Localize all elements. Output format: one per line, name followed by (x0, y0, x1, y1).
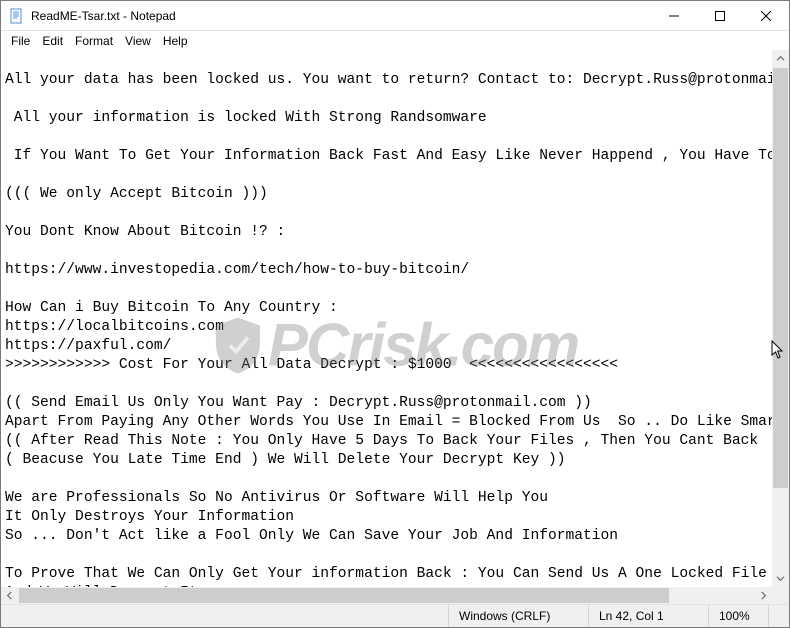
close-button[interactable] (743, 1, 789, 31)
status-position: Ln 42, Col 1 (588, 605, 708, 627)
menu-view[interactable]: View (119, 32, 157, 50)
vertical-scrollbar[interactable] (772, 50, 789, 587)
menu-format[interactable]: Format (69, 32, 119, 50)
text-editor[interactable]: All your data has been locked us. You wa… (1, 50, 789, 604)
editor-wrap: All your data has been locked us. You wa… (1, 50, 789, 604)
minimize-button[interactable] (651, 1, 697, 31)
window-title: ReadME-Tsar.txt - Notepad (31, 9, 176, 23)
vertical-scroll-thumb[interactable] (773, 68, 788, 488)
scroll-up-arrow-icon[interactable] (772, 50, 789, 67)
status-zoom: 100% (708, 605, 768, 627)
statusbar: Windows (CRLF) Ln 42, Col 1 100% (1, 604, 789, 627)
titlebar[interactable]: ReadME-Tsar.txt - Notepad (1, 1, 789, 31)
horizontal-scroll-thumb[interactable] (19, 588, 669, 603)
scrollbar-corner (772, 587, 789, 604)
menu-help[interactable]: Help (157, 32, 194, 50)
window-controls (651, 1, 789, 31)
menu-file[interactable]: File (5, 32, 36, 50)
scroll-right-arrow-icon[interactable] (755, 587, 772, 604)
maximize-button[interactable] (697, 1, 743, 31)
horizontal-scrollbar[interactable] (1, 587, 772, 604)
menu-edit[interactable]: Edit (36, 32, 69, 50)
scroll-down-arrow-icon[interactable] (772, 570, 789, 587)
menubar: File Edit Format View Help (1, 31, 789, 50)
scroll-left-arrow-icon[interactable] (1, 587, 18, 604)
status-encoding: Windows (CRLF) (448, 605, 588, 627)
notepad-window: ReadME-Tsar.txt - Notepad File Edit Form… (0, 0, 790, 628)
notepad-icon (9, 8, 25, 24)
status-padding (768, 605, 789, 627)
